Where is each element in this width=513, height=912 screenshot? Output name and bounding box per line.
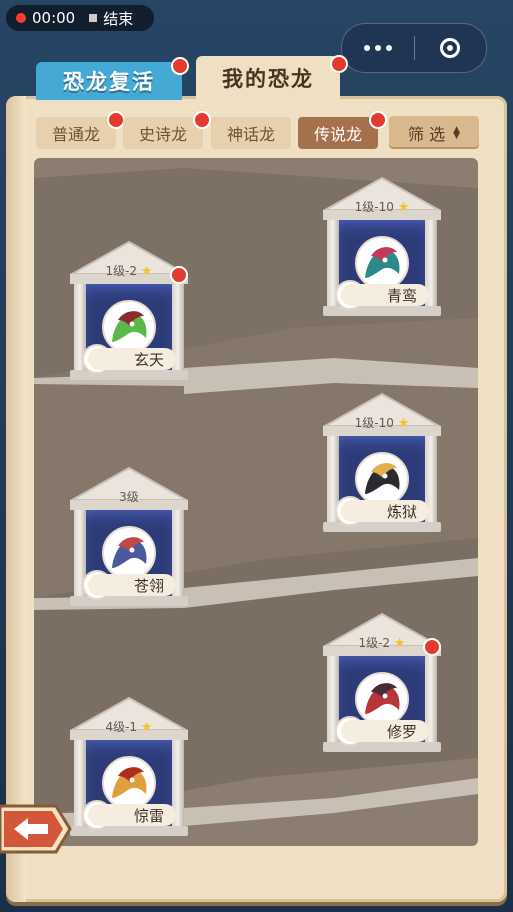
back-arrow-icon	[0, 804, 72, 854]
back-button[interactable]	[0, 800, 72, 858]
subtab-legendary[interactable]: 传说龙	[298, 117, 378, 149]
dragon-avatar[interactable]	[355, 672, 409, 726]
temple-base	[323, 742, 441, 752]
star-icon: ★	[397, 200, 410, 215]
dragon-temple-card[interactable]: 1级-2 ★ ✋ 玄天	[70, 240, 188, 380]
record-time: 00:00	[32, 9, 76, 27]
temple-notification-dot	[170, 266, 188, 284]
dragon-avatar[interactable]	[355, 236, 409, 290]
star-icon: ★	[140, 720, 153, 735]
record-dot-icon	[16, 13, 26, 23]
filter-label: 筛 选	[407, 124, 446, 144]
dragon-name: 苍翎	[88, 574, 176, 596]
temple-base	[323, 306, 441, 316]
dragon-avatar[interactable]	[102, 526, 156, 580]
tab-revive-notification-dot	[171, 57, 189, 75]
recording-indicator[interactable]: 00:00 结束	[6, 5, 154, 31]
book-spine	[6, 96, 26, 902]
level-label: 3级	[119, 490, 139, 504]
end-recording-button[interactable]: 结束	[103, 8, 133, 29]
tab-my-dinos[interactable]: 我的恐龙	[196, 56, 340, 100]
temple-base	[70, 370, 188, 380]
dragon-avatar[interactable]	[355, 452, 409, 506]
dragon-temple-card[interactable]: 1级-2 ★ ✋ 修罗	[323, 612, 441, 752]
dragon-name: 修罗	[341, 720, 429, 742]
level-label: 4级-1 ★	[105, 720, 153, 735]
star-icon: ★	[397, 416, 410, 431]
star-icon: ★	[140, 264, 153, 279]
dragon-temple-card[interactable]: 3级 ✋ 苍翎	[70, 466, 188, 606]
tab-dino-revive[interactable]: 恐龙复活	[36, 62, 182, 100]
temple-base	[70, 826, 188, 836]
level-label: 1级-10 ★	[354, 416, 410, 431]
subtab-mythic[interactable]: 神话龙	[211, 117, 291, 149]
filter-button[interactable]: 筛 选 ▲ ▼	[389, 116, 479, 149]
star-icon: ★	[393, 636, 406, 651]
subtab-epic[interactable]: 史诗龙	[123, 117, 203, 149]
stop-icon	[89, 14, 98, 22]
dragon-temple-card[interactable]: 1级-10 ★ ✋ 炼狱	[323, 392, 441, 532]
dragon-name: 炼狱	[341, 500, 429, 522]
subtab-common[interactable]: 普通龙	[36, 117, 116, 149]
sort-arrows-icon: ▲ ▼	[453, 124, 460, 141]
tab-mine-notification-dot	[330, 55, 348, 73]
subtab-legendary-dot	[369, 111, 387, 129]
dragon-name: 惊雷	[88, 804, 176, 826]
subtab-epic-dot	[193, 111, 211, 129]
dragon-temple-card[interactable]: 1级-10 ★ ✋ 青鸾	[323, 176, 441, 316]
dragon-avatar[interactable]	[102, 300, 156, 354]
dragon-name: 玄天	[88, 348, 176, 370]
temple-base	[70, 596, 188, 606]
more-options-icon[interactable]	[342, 24, 414, 72]
temple-base	[323, 522, 441, 532]
level-label: 1级-10 ★	[354, 200, 410, 215]
dragon-avatar[interactable]	[102, 756, 156, 810]
miniprogram-capsule	[341, 23, 487, 73]
dragon-temple-card[interactable]: 4级-1 ★ ✋ 惊雷	[70, 696, 188, 836]
dragon-name: 青鸾	[341, 284, 429, 306]
temple-notification-dot	[423, 638, 441, 656]
close-miniprogram-icon[interactable]	[415, 24, 487, 72]
